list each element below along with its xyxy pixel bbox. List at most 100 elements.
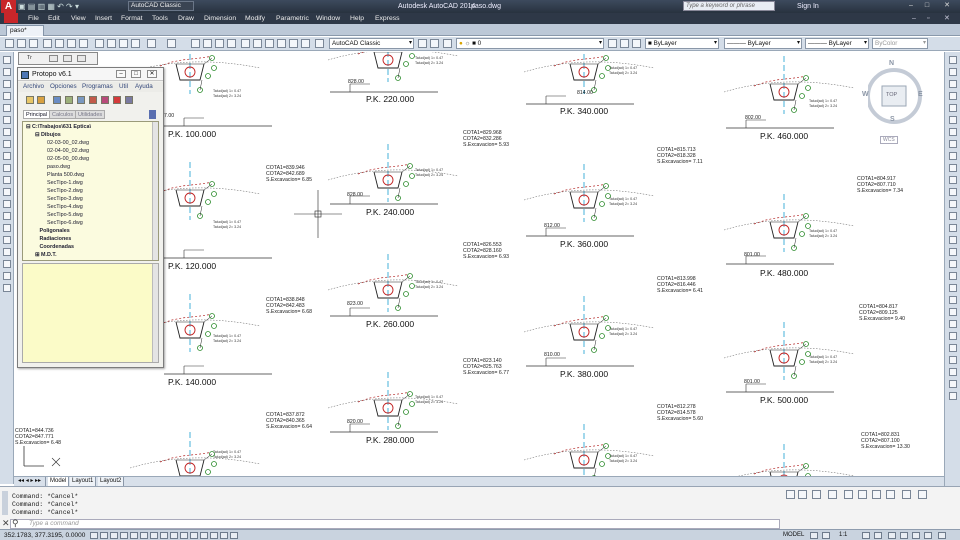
minimize-icon[interactable]: – xyxy=(904,1,918,11)
maximize-icon[interactable]: □ xyxy=(920,1,934,11)
doc-close-icon[interactable]: ✕ xyxy=(944,13,950,24)
save-tool-icon[interactable] xyxy=(798,490,807,499)
tree-file[interactable]: SecTipo-3.dwg xyxy=(47,196,83,202)
tree-file[interactable]: SecTipo-1.dwg xyxy=(47,180,83,186)
menu-modify[interactable]: Modify xyxy=(245,13,265,24)
ducs-toggle[interactable] xyxy=(170,532,178,539)
menu-insert[interactable]: Insert xyxy=(95,13,112,24)
make-current-icon[interactable] xyxy=(608,39,617,48)
infer-constraints-toggle[interactable] xyxy=(90,532,98,539)
make-block-tool-icon[interactable] xyxy=(3,200,11,208)
scroll-up-icon[interactable] xyxy=(149,110,156,119)
erase-tool-icon[interactable] xyxy=(949,56,957,64)
ellipse-arc-tool-icon[interactable] xyxy=(3,176,11,184)
palette-button-icon[interactable] xyxy=(49,55,58,62)
spline-tool-icon[interactable] xyxy=(3,152,11,160)
app-menu-icon[interactable] xyxy=(4,13,18,23)
arc-tool-icon[interactable] xyxy=(3,116,11,124)
print-icon[interactable] xyxy=(43,39,52,48)
radius-dim-tool-icon[interactable] xyxy=(949,284,957,292)
line-tool-icon[interactable] xyxy=(3,56,11,64)
auto-scale-icon[interactable] xyxy=(874,532,882,539)
qp-toggle[interactable] xyxy=(210,532,218,539)
polar-toggle[interactable] xyxy=(130,532,138,539)
rectangle-tool-icon[interactable] xyxy=(3,104,11,112)
break-tool-icon[interactable] xyxy=(949,188,957,196)
menu-dimension[interactable]: Dimension xyxy=(204,13,236,24)
gradient-tool-icon[interactable] xyxy=(3,236,11,244)
layer-combo[interactable]: ● ☼ ■ 0 ▾ xyxy=(456,38,604,49)
refresh-icon[interactable] xyxy=(858,490,867,499)
blend-tool-icon[interactable] xyxy=(949,236,957,244)
copy-tool-icon[interactable] xyxy=(949,68,957,76)
tree-scrollbar[interactable] xyxy=(152,122,158,260)
lwt-toggle[interactable] xyxy=(190,532,198,539)
revcloud-tool-icon[interactable] xyxy=(3,140,11,148)
copy-icon[interactable] xyxy=(107,39,116,48)
lineweight-combo[interactable]: ——— ByLayer ▾ xyxy=(805,38,869,49)
globe-icon[interactable] xyxy=(918,490,927,499)
command-grip[interactable] xyxy=(2,491,8,515)
sc-toggle[interactable] xyxy=(220,532,228,539)
rotate-tool-icon[interactable] xyxy=(949,128,957,136)
otrack-toggle[interactable] xyxy=(160,532,168,539)
tolerance-tool-icon[interactable] xyxy=(949,356,957,364)
new-icon[interactable] xyxy=(5,39,14,48)
tab-principal[interactable]: Principal xyxy=(23,110,51,119)
tab-calculos[interactable]: Calculos xyxy=(49,110,77,119)
collapsed-palette[interactable]: Tr xyxy=(18,52,98,65)
list-icon[interactable] xyxy=(65,96,73,104)
mirror-tool-icon[interactable] xyxy=(949,80,957,88)
tree-file[interactable]: 02-03-00_02.dwg xyxy=(47,140,89,146)
command-customize-icon[interactable]: ✕ ⚲ xyxy=(2,518,19,529)
scale-tool-icon[interactable] xyxy=(949,140,957,148)
settings-icon[interactable] xyxy=(37,96,45,104)
add-selected-tool-icon[interactable] xyxy=(3,284,11,292)
dyn-toggle[interactable] xyxy=(180,532,188,539)
quick-view-layouts-icon[interactable] xyxy=(810,532,818,539)
workspace-settings-icon[interactable] xyxy=(418,39,427,48)
doc-minimize-icon[interactable]: – xyxy=(912,13,916,24)
table-tool-icon[interactable] xyxy=(3,260,11,268)
leader-tool-icon[interactable] xyxy=(949,344,957,352)
tree-root[interactable]: ⊟ C:\Trabajos\631 Eptica\ xyxy=(26,124,91,130)
dim-style-tool-icon[interactable] xyxy=(949,392,957,400)
undo-icon[interactable] xyxy=(147,39,156,48)
pan-view-icon[interactable] xyxy=(872,490,881,499)
save-icon[interactable] xyxy=(29,39,38,48)
zoom-window-icon[interactable] xyxy=(215,39,224,48)
tool-palettes-icon[interactable] xyxy=(265,39,274,48)
tree-file[interactable]: 02-05-00_00.dwg xyxy=(47,156,89,162)
menu-draw[interactable]: Draw xyxy=(178,13,194,24)
doc-restore-icon[interactable]: ▫ xyxy=(927,13,929,24)
rotate-view-icon[interactable] xyxy=(844,490,853,499)
cut-icon[interactable] xyxy=(95,39,104,48)
mtext-tool-icon[interactable] xyxy=(3,272,11,280)
viewcube-south[interactable]: S xyxy=(890,116,895,123)
tree-file[interactable]: 02-04-00_02.dwg xyxy=(47,148,89,154)
sheet-set-icon[interactable] xyxy=(277,39,286,48)
lock-icon[interactable] xyxy=(900,532,908,539)
offset-tool-icon[interactable] xyxy=(949,92,957,100)
project-icon[interactable] xyxy=(26,96,34,104)
extend-tool-icon[interactable] xyxy=(949,176,957,184)
transparency-toggle[interactable] xyxy=(200,532,208,539)
palette-button-icon[interactable] xyxy=(63,55,72,62)
design-center-icon[interactable] xyxy=(253,39,262,48)
paste-icon[interactable] xyxy=(119,39,128,48)
zoom-realtime-icon[interactable] xyxy=(203,39,212,48)
trim-tool-icon[interactable] xyxy=(949,164,957,172)
section-icon[interactable] xyxy=(101,96,109,104)
open-folder-icon[interactable] xyxy=(786,490,795,499)
autocad-logo-icon[interactable]: A xyxy=(1,0,16,13)
quick-view-drawings-icon[interactable] xyxy=(822,532,830,539)
palette-menu-opciones[interactable]: Opciones xyxy=(50,82,77,92)
palette-menu-ayuda[interactable]: Ayuda xyxy=(135,82,153,92)
center-mark-tool-icon[interactable] xyxy=(949,368,957,376)
menu-format[interactable]: Format xyxy=(121,13,143,24)
3dosnap-toggle[interactable] xyxy=(150,532,158,539)
palette-close-icon[interactable]: ✕ xyxy=(147,70,157,78)
menu-help[interactable]: Help xyxy=(350,13,364,24)
layer-state-icon[interactable] xyxy=(443,39,452,48)
open-icon[interactable] xyxy=(17,39,26,48)
